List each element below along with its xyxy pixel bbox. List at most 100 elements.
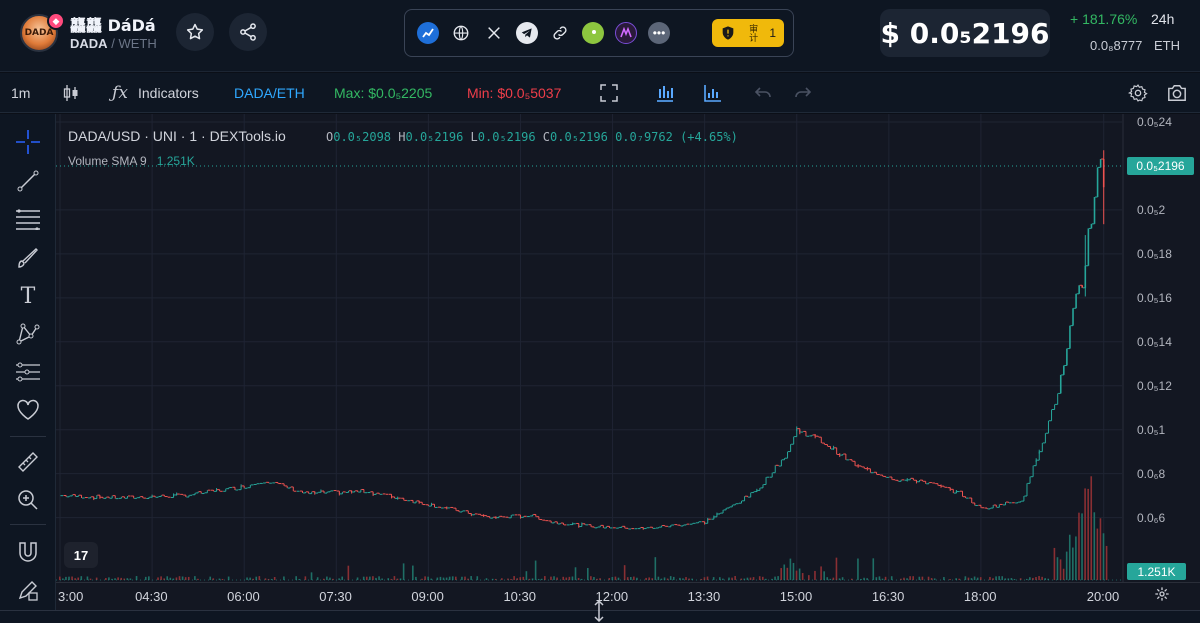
- volume-bar: [734, 576, 736, 580]
- axis-settings-icon[interactable]: [1154, 586, 1170, 607]
- zoom-in-icon[interactable]: [14, 486, 42, 514]
- interval-selector[interactable]: 1m: [11, 85, 30, 101]
- favorite-button[interactable]: [176, 13, 214, 51]
- undo-icon[interactable]: [752, 82, 774, 104]
- ruler-icon[interactable]: [14, 448, 42, 476]
- coingecko-icon[interactable]: [582, 22, 604, 44]
- audit-badge[interactable]: 审计 1: [712, 19, 784, 47]
- text-tool-icon[interactable]: T: [14, 282, 42, 310]
- resize-handle-icon[interactable]: [592, 599, 606, 623]
- volume-bar: [65, 576, 67, 580]
- time-axis-label: 09:00: [411, 589, 444, 604]
- volume-bar: [679, 577, 681, 580]
- volume-bars-icon[interactable]: [702, 82, 724, 104]
- volume-bar: [421, 578, 423, 580]
- share-button[interactable]: [229, 13, 267, 51]
- volume-bar: [933, 578, 936, 580]
- volume-bar: [722, 578, 724, 580]
- settings-gear-icon[interactable]: [1127, 82, 1149, 104]
- volume-bar: [295, 576, 297, 580]
- volume-bar: [105, 578, 107, 580]
- ohlc-low: 0.0₅2196: [477, 130, 536, 144]
- volume-bar: [786, 567, 789, 580]
- snapshot-camera-icon[interactable]: [1166, 82, 1188, 104]
- drawing-toolbar: T: [0, 114, 56, 610]
- price-axis-label: 0.0₆8: [1137, 466, 1166, 481]
- lock-pencil-icon[interactable]: [14, 576, 42, 604]
- trendline-icon[interactable]: [14, 167, 42, 195]
- volume-bar: [412, 565, 414, 580]
- volume-bar: [823, 571, 825, 580]
- volume-bar: [249, 577, 251, 580]
- indicators-button[interactable]: Indicators: [138, 85, 199, 101]
- volume-bar: [565, 577, 568, 580]
- volume-bar: [445, 577, 448, 580]
- share-icon: [240, 23, 256, 41]
- volume-bar: [967, 577, 970, 580]
- volume-bar: [765, 578, 767, 580]
- volume-bar: [706, 576, 709, 580]
- x-icon[interactable]: [483, 22, 505, 44]
- dapp-icon[interactable]: [615, 22, 637, 44]
- pair-base: DADA: [70, 36, 108, 51]
- volume-bar: [1025, 578, 1028, 580]
- volume-bar: [1105, 545, 1108, 580]
- telegram-icon[interactable]: [516, 22, 538, 44]
- more-icon[interactable]: •••: [648, 22, 670, 44]
- volume-bar: [577, 577, 580, 580]
- crosshair-icon[interactable]: [14, 128, 42, 156]
- fib-lines-icon[interactable]: [14, 205, 42, 233]
- redo-icon[interactable]: [792, 82, 814, 104]
- volume-bar: [135, 576, 138, 580]
- star-icon: [186, 23, 204, 40]
- volume-bar: [415, 576, 417, 580]
- volume-bar: [571, 576, 574, 580]
- heart-icon[interactable]: [14, 396, 42, 424]
- volume-bar: [1084, 488, 1086, 580]
- dextools-icon[interactable]: [417, 22, 439, 44]
- chain-badge-icon: ◆: [47, 12, 65, 30]
- price-chart[interactable]: DADA/USD · UNI · 1 · DEXTools.io O0.0₅20…: [56, 114, 1200, 610]
- link-icon[interactable]: [549, 22, 571, 44]
- volume-bar: [378, 576, 380, 580]
- fullscreen-icon[interactable]: [598, 82, 620, 104]
- volume-bar: [835, 557, 838, 580]
- prediction-icon[interactable]: [14, 358, 42, 386]
- volume-bar: [283, 576, 285, 580]
- pattern-icon[interactable]: [14, 320, 42, 348]
- pair-toggle[interactable]: DADA/ETH: [234, 85, 305, 101]
- time-axis-label: 06:00: [227, 589, 260, 604]
- compare-bars-icon[interactable]: [654, 82, 676, 104]
- chart-symbol-legend: DADA/USD · UNI · 1 · DEXTools.io: [68, 128, 286, 144]
- time-axis[interactable]: 3:00 04:30 06:00 07:30 09:00 10:30 12:00 13:30 1…: [56, 582, 1200, 610]
- volume-bar: [1062, 568, 1065, 580]
- chart-toolbar: 1m ƒx Indicators DADA/ETH Max: $0.0₅2205…: [0, 73, 1200, 113]
- magnet-icon[interactable]: [14, 538, 42, 566]
- volume-legend: Volume SMA 9 1.251K: [68, 154, 195, 168]
- volume-bar: [685, 577, 687, 580]
- volume-bar: [1041, 576, 1043, 580]
- volume-bar: [669, 576, 672, 580]
- volume-bar: [964, 576, 967, 580]
- volume-bar: [712, 577, 715, 580]
- volume-bar: [455, 576, 457, 580]
- volume-bar: [178, 576, 181, 580]
- min-price: Min: $0.0₅5037: [467, 85, 562, 101]
- volume-bar: [258, 576, 261, 580]
- volume-bar: [59, 576, 61, 580]
- candles-icon[interactable]: [60, 82, 82, 104]
- volume-bar: [976, 577, 979, 580]
- tradingview-logo-icon[interactable]: 17: [64, 542, 98, 568]
- volume-bar: [537, 578, 540, 580]
- volume-bar: [703, 577, 706, 580]
- divider: [10, 436, 46, 437]
- pair-quote: WETH: [118, 36, 157, 51]
- brush-icon[interactable]: [14, 244, 42, 272]
- globe-icon[interactable]: [450, 22, 472, 44]
- volume-bar: [525, 571, 528, 580]
- chart-canvas[interactable]: [56, 114, 1200, 582]
- volume-bar: [86, 576, 89, 580]
- volume-bar: [1102, 533, 1105, 580]
- volume-bar: [209, 576, 212, 580]
- indicators-icon[interactable]: ƒx: [109, 82, 131, 104]
